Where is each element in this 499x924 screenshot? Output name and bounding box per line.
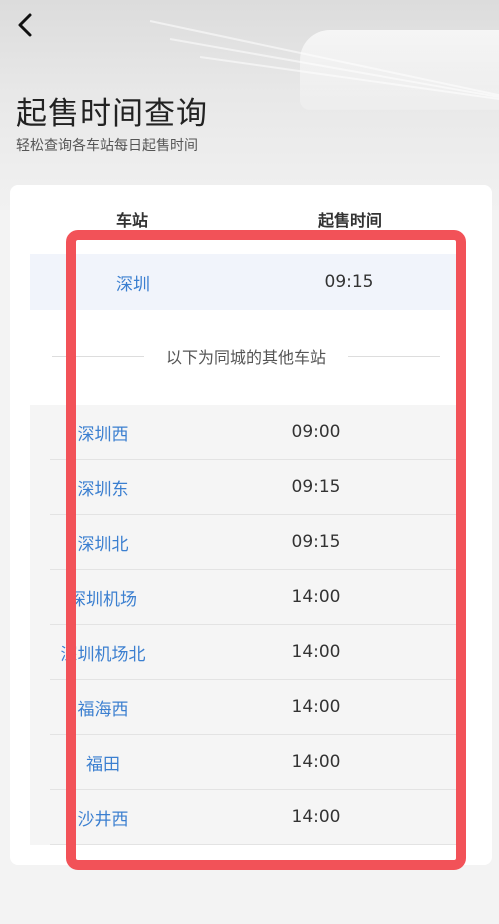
- station-name[interactable]: 深圳机场北: [20, 640, 186, 665]
- sale-time: 14:00: [291, 587, 341, 607]
- divider-line: [52, 355, 144, 357]
- table-row[interactable]: 深圳北 09:15: [50, 515, 462, 570]
- column-header-station: 车站: [116, 211, 149, 230]
- table-row[interactable]: 福田 14:00: [50, 735, 462, 790]
- station-name[interactable]: 深圳机场: [20, 585, 186, 610]
- table-row[interactable]: 福海西 14:00: [50, 680, 462, 735]
- station-name[interactable]: 深圳北: [20, 530, 186, 555]
- train-silhouette: [300, 30, 499, 110]
- station-name[interactable]: 深圳东: [20, 475, 186, 500]
- other-stations-list: 深圳西 09:00 深圳东 09:15 深圳北 09:15 深圳机场 14:00…: [30, 405, 462, 845]
- bottom-bar: [0, 900, 499, 924]
- back-button[interactable]: [10, 10, 40, 40]
- station-name[interactable]: 福田: [20, 750, 186, 775]
- station-name[interactable]: 沙井西: [20, 805, 186, 830]
- chevron-left-icon: [18, 13, 32, 37]
- page-title: 起售时间查询: [16, 96, 208, 132]
- sale-time: 14:00: [291, 642, 341, 662]
- column-header-time: 起售时间: [318, 211, 383, 230]
- table-row[interactable]: 深圳机场北 14:00: [50, 625, 462, 680]
- same-city-divider: 以下为同城的其他车站: [30, 330, 462, 382]
- sale-time: 09:00: [291, 422, 341, 442]
- divider-line: [348, 355, 441, 357]
- table-row[interactable]: 深圳东 09:15: [50, 460, 462, 515]
- sale-time: 14:00: [291, 807, 341, 827]
- sale-time: 14:00: [291, 697, 341, 717]
- page-subtitle: 轻松查询各车站每日起售时间: [16, 138, 198, 154]
- station-name[interactable]: 深圳: [30, 270, 236, 295]
- sale-time: 14:00: [291, 752, 341, 772]
- divider-text: 以下为同城的其他车站: [166, 348, 327, 367]
- table-row[interactable]: 深圳西 09:00: [50, 405, 462, 460]
- table-row[interactable]: 沙井西 14:00: [50, 790, 462, 845]
- station-name[interactable]: 深圳西: [20, 420, 186, 445]
- primary-station-row[interactable]: 深圳 09:15: [30, 254, 462, 310]
- sale-time: 09:15: [291, 532, 341, 552]
- table-row[interactable]: 深圳机场 14:00: [50, 570, 462, 625]
- sale-time: 09:15: [324, 272, 374, 292]
- station-name[interactable]: 福海西: [20, 695, 186, 720]
- sale-time: 09:15: [291, 477, 341, 497]
